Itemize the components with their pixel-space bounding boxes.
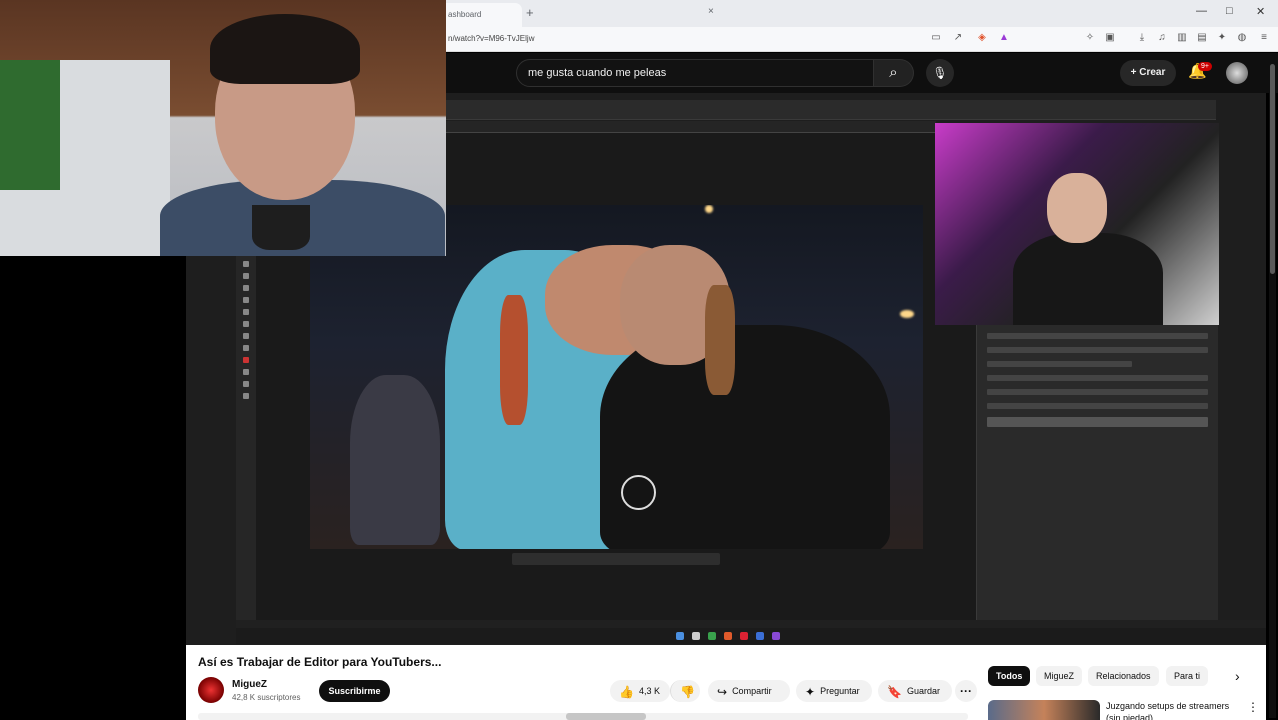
recommended-menu-icon[interactable]: ⋮: [1247, 700, 1259, 714]
music-icon[interactable]: ♫: [1156, 32, 1168, 44]
minimize-icon[interactable]: —: [1196, 5, 1207, 17]
cast-icon[interactable]: ▭: [930, 32, 942, 44]
url-text[interactable]: n/watch?v=M96-TvJEljw: [448, 34, 534, 43]
thumbs-down-icon: 👎: [680, 684, 695, 699]
bookmark-icon: 🔖: [887, 684, 902, 699]
vpn-icon[interactable]: ◍: [1236, 32, 1248, 44]
like-button[interactable]: 👍 4,3 K: [610, 680, 670, 702]
chip-todos[interactable]: Todos: [988, 666, 1031, 686]
save-label: Guardar: [906, 686, 940, 696]
plus-icon: +: [1130, 67, 1140, 78]
notification-badge: 9+: [1198, 62, 1212, 71]
create-button[interactable]: + Crear: [1120, 60, 1176, 86]
page-scrollbar[interactable]: [1269, 58, 1276, 718]
tab-close-icon[interactable]: ×: [708, 6, 714, 17]
recommended-thumbnail[interactable]: [988, 700, 1100, 720]
editor-contextual-taskbar: [512, 553, 720, 565]
recommended-title[interactable]: Juzgando setups de streamers (sin piedad…: [1106, 700, 1246, 720]
brave-shield-icon[interactable]: ◈: [976, 32, 988, 44]
subscriber-count: 42,8 K suscriptores: [232, 693, 301, 702]
ask-button[interactable]: ✦ Preguntar: [796, 680, 872, 702]
streamer-webcam-overlay: [935, 123, 1219, 325]
sidebar-icon[interactable]: ▥: [1176, 32, 1188, 44]
editor-options-bar: [446, 100, 1216, 120]
extensions-icon[interactable]: ✧: [1084, 32, 1096, 44]
dislike-button[interactable]: 👎: [670, 680, 700, 702]
chip-para-ti[interactable]: Para ti: [1166, 666, 1209, 686]
thumbs-up-icon: 👍: [619, 684, 634, 699]
account-avatar[interactable]: [1226, 62, 1248, 84]
like-count: 4,3 K: [638, 686, 660, 696]
ask-label: Preguntar: [820, 686, 860, 696]
channel-avatar[interactable]: [198, 677, 224, 703]
scrollbar-thumb[interactable]: [1270, 64, 1275, 274]
subscribe-button[interactable]: Suscribirme: [319, 680, 390, 702]
menu-icon[interactable]: ≡: [1258, 32, 1270, 44]
new-tab-icon[interactable]: +: [526, 5, 534, 20]
editor-ruler: [446, 121, 936, 133]
reactor-webcam: [0, 0, 446, 256]
editor-layers-panel: [976, 325, 1218, 625]
wallet-icon[interactable]: ▤: [1196, 32, 1208, 44]
chip-miguez[interactable]: MigueZ: [1036, 666, 1083, 686]
maximize-icon[interactable]: □: [1226, 5, 1233, 17]
share-page-icon[interactable]: ↗: [952, 32, 964, 44]
channel-name[interactable]: MigueZ: [232, 679, 267, 690]
search-input[interactable]: me gusta cuando me peleas: [516, 59, 874, 87]
chip-relacionados[interactable]: Relacionados: [1088, 666, 1159, 686]
rewards-icon[interactable]: ▲: [998, 32, 1010, 44]
chevron-right-icon[interactable]: ›: [1235, 668, 1240, 684]
search-icon: ⌕: [889, 64, 898, 81]
editor-toolbar: [236, 255, 256, 625]
more-actions-button[interactable]: ···: [955, 680, 977, 702]
more-icon: ···: [960, 684, 972, 698]
voice-search-button[interactable]: 🎙: [926, 59, 954, 87]
tab-title: ashboard: [448, 10, 482, 19]
close-window-icon[interactable]: ✕: [1256, 5, 1265, 18]
video-frame-photo: [310, 205, 923, 549]
desktop-taskbar: [236, 628, 1266, 644]
download-icon[interactable]: ⤓: [1136, 32, 1148, 44]
leo-icon[interactable]: ✦: [1216, 32, 1228, 44]
progress-fill: [566, 713, 647, 720]
video-progress-bar[interactable]: [198, 713, 968, 720]
share-label: Compartir: [732, 686, 772, 696]
share-button[interactable]: ↪ Compartir: [708, 680, 790, 702]
share-icon: ↪: [717, 684, 728, 699]
create-label: Crear: [1139, 67, 1166, 78]
extension-box-icon[interactable]: ▣: [1104, 32, 1116, 44]
mic-icon: 🎙: [932, 66, 948, 80]
screen: ashboard × + — □ ✕ n/watch?v=M96-TvJEljw…: [0, 0, 1278, 720]
save-button[interactable]: 🔖 Guardar: [878, 680, 952, 702]
sparkle-icon: ✦: [805, 684, 816, 699]
search-button[interactable]: ⌕: [874, 59, 914, 87]
editor-status-bar: [236, 620, 1266, 628]
video-title: Así es Trabajar de Editor para YouTubers…: [198, 655, 442, 669]
cursor-ring: [621, 475, 656, 510]
